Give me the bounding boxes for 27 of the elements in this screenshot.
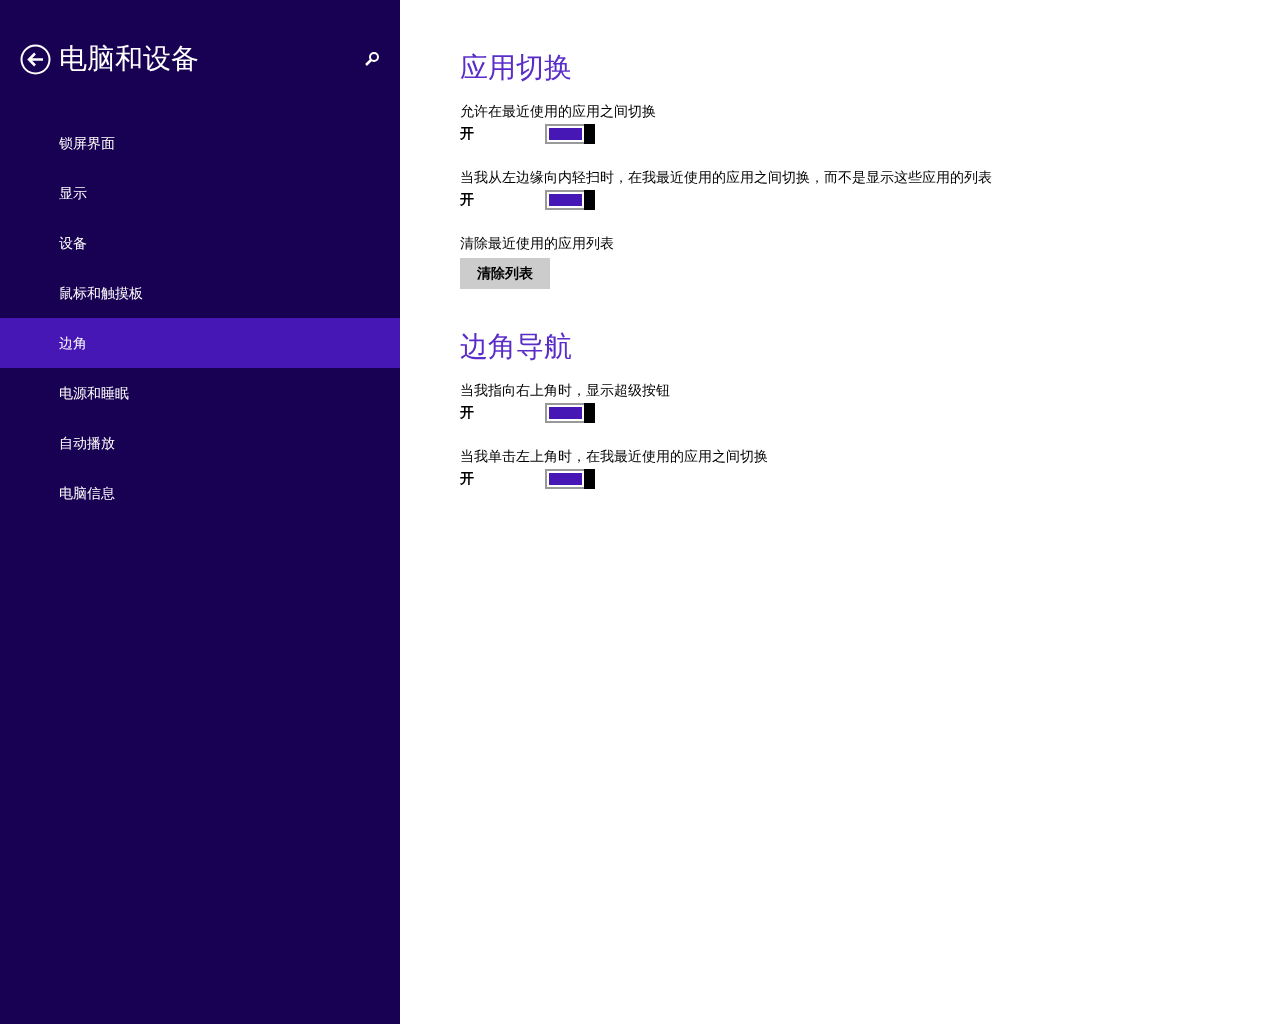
sidebar-item[interactable]: 设备 xyxy=(0,218,400,268)
sidebar-item[interactable]: 显示 xyxy=(0,168,400,218)
toggle-state-text: 开 xyxy=(460,404,475,422)
setting-label: 当我单击左上角时，在我最近使用的应用之间切换 xyxy=(460,447,769,466)
toggle-state-text: 开 xyxy=(460,470,475,488)
toggle-switch[interactable] xyxy=(545,469,595,489)
search-icon[interactable] xyxy=(364,51,380,67)
section-heading: 应用切换 xyxy=(460,50,573,86)
toggle-switch[interactable] xyxy=(545,403,595,423)
sidebar-item[interactable]: 电源和睡眠 xyxy=(0,368,400,418)
toggle-switch[interactable] xyxy=(545,124,595,144)
sidebar-item[interactable]: 锁屏界面 xyxy=(0,118,400,168)
clear-list-button[interactable]: 清除列表 xyxy=(460,258,550,289)
setting-label: 当我指向右上角时，显示超级按钮 xyxy=(460,381,671,400)
setting-label: 清除最近使用的应用列表 xyxy=(460,234,615,253)
section-heading: 边角导航 xyxy=(460,329,573,365)
sidebar-item[interactable]: 电脑信息 xyxy=(0,468,400,518)
sidebar-item[interactable]: 鼠标和触摸板 xyxy=(0,268,400,318)
toggle-switch[interactable] xyxy=(545,190,595,210)
toggle-state-text: 开 xyxy=(460,125,475,143)
sidebar-item[interactable]: 边角 xyxy=(0,318,400,368)
sidebar-item[interactable]: 自动播放 xyxy=(0,418,400,468)
page-title: 电脑和设备 xyxy=(59,41,200,77)
toggle-state-text: 开 xyxy=(460,191,475,209)
back-icon[interactable] xyxy=(20,43,51,75)
setting-label: 当我从左边缘向内轻扫时，在我最近使用的应用之间切换，而不是显示这些应用的列表 xyxy=(460,168,993,187)
setting-label: 允许在最近使用的应用之间切换 xyxy=(460,102,657,121)
